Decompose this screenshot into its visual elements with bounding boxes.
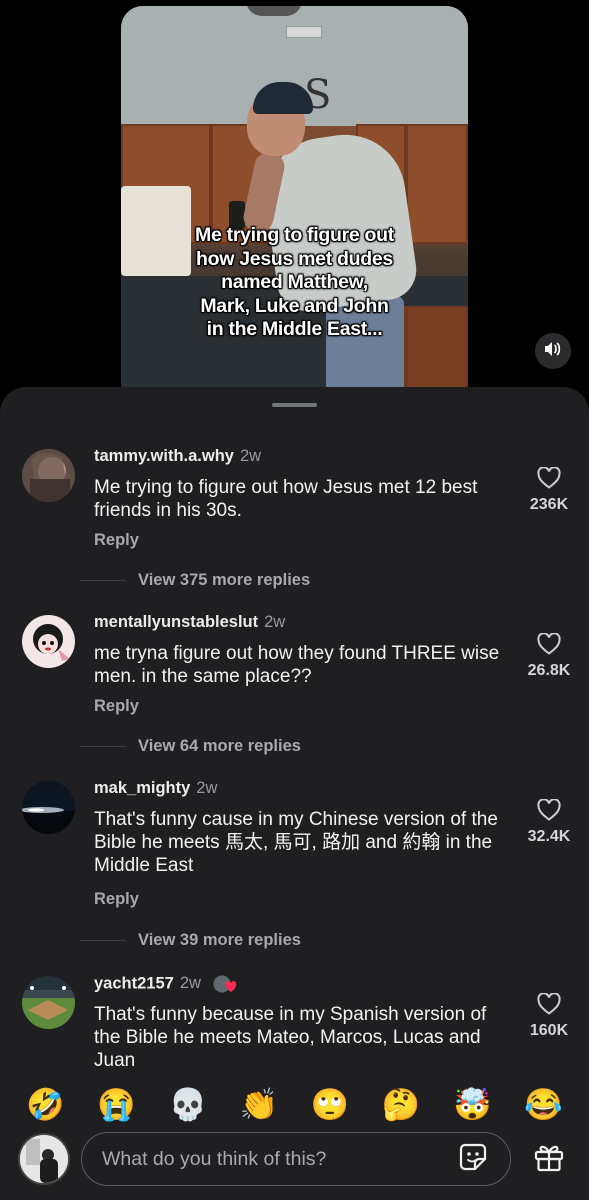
comment-username[interactable]: mentallyunstableslut 2w	[94, 613, 285, 632]
emoji-eye-roll-button[interactable]: 🙄	[307, 1085, 353, 1125]
divider	[80, 580, 126, 582]
comment-username[interactable]: tammy.with.a.why 2w	[94, 447, 261, 466]
view-more-replies-button[interactable]: View 39 more replies	[80, 931, 301, 950]
comment-age: 2w	[196, 779, 218, 797]
gift-icon	[533, 1141, 565, 1178]
emoji-joy-button[interactable]: 😂	[520, 1085, 566, 1125]
like-count: 26.8K	[527, 662, 571, 679]
view-more-replies-button[interactable]: View 375 more replies	[80, 571, 310, 590]
creator-liked-badge	[212, 974, 242, 994]
comment-age: 2w	[264, 613, 286, 631]
avatar[interactable]	[22, 781, 75, 834]
emoji-mind-blown-button[interactable]: 🤯	[449, 1085, 495, 1125]
reply-button[interactable]: Reply	[94, 890, 139, 909]
view-more-replies-button[interactable]: View 64 more replies	[80, 737, 301, 756]
like-button[interactable]: 32.4K	[520, 798, 578, 846]
comment-age: 2w	[179, 974, 201, 993]
avatar[interactable]	[22, 976, 75, 1029]
video-scene-vent	[286, 26, 322, 38]
comment-text: me tryna figure out how they found THREE…	[94, 643, 500, 687]
my-avatar[interactable]	[18, 1133, 70, 1185]
like-button[interactable]: 26.8K	[520, 632, 578, 680]
heart-icon	[537, 466, 561, 493]
emoji-skull-button[interactable]: 💀	[165, 1085, 211, 1125]
volume-button[interactable]	[535, 333, 571, 369]
like-count: 160K	[529, 1022, 569, 1039]
comment-text: That's funny because in my Spanish versi…	[94, 1004, 487, 1071]
comments-sheet: tammy.with.a.why 2w Me trying to figure o…	[0, 387, 589, 1200]
reply-button[interactable]: Reply	[94, 531, 139, 550]
divider	[80, 940, 126, 942]
comment-age: 2w	[239, 447, 262, 465]
heart-icon	[537, 992, 561, 1019]
sheet-drag-handle[interactable]	[272, 403, 317, 407]
gift-button[interactable]	[530, 1140, 568, 1178]
reply-button[interactable]: Reply	[94, 697, 139, 716]
comment-composer	[0, 1130, 589, 1200]
divider	[80, 746, 126, 748]
speaker-icon	[544, 341, 562, 362]
heart-icon	[537, 798, 561, 825]
sticker-button[interactable]	[454, 1140, 492, 1178]
comment-text: Me trying to figure out how Jesus met 12…	[94, 477, 478, 521]
emoji-crying-button[interactable]: 😭	[94, 1085, 140, 1125]
like-button[interactable]: 236K	[520, 466, 578, 514]
avatar[interactable]	[22, 615, 75, 668]
comment-username[interactable]: yacht2157 2w	[94, 974, 242, 994]
heart-icon	[537, 632, 561, 659]
comment-username[interactable]: mak_mighty 2w	[94, 779, 217, 798]
emoji-quick-bar: 🤣 😭 💀 👏 🙄 🤔 🤯 😂	[0, 1080, 589, 1130]
video-caption: Me trying to figure out how Jesus met du…	[195, 224, 394, 340]
video-preview[interactable]: S Me trying to figure out how Jesus met …	[121, 6, 468, 406]
sticker-icon	[457, 1141, 489, 1178]
comment-input[interactable]	[81, 1132, 511, 1186]
like-count: 236K	[529, 496, 569, 513]
like-button[interactable]: 160K	[520, 992, 578, 1040]
emoji-rofl-button[interactable]: 🤣	[23, 1085, 69, 1125]
emoji-clap-button[interactable]: 👏	[236, 1085, 282, 1125]
like-count: 32.4K	[527, 828, 571, 845]
avatar[interactable]	[22, 449, 75, 502]
emoji-thinking-button[interactable]: 🤔	[378, 1085, 424, 1125]
comment-text: That's funny cause in my Chinese version…	[94, 809, 498, 876]
